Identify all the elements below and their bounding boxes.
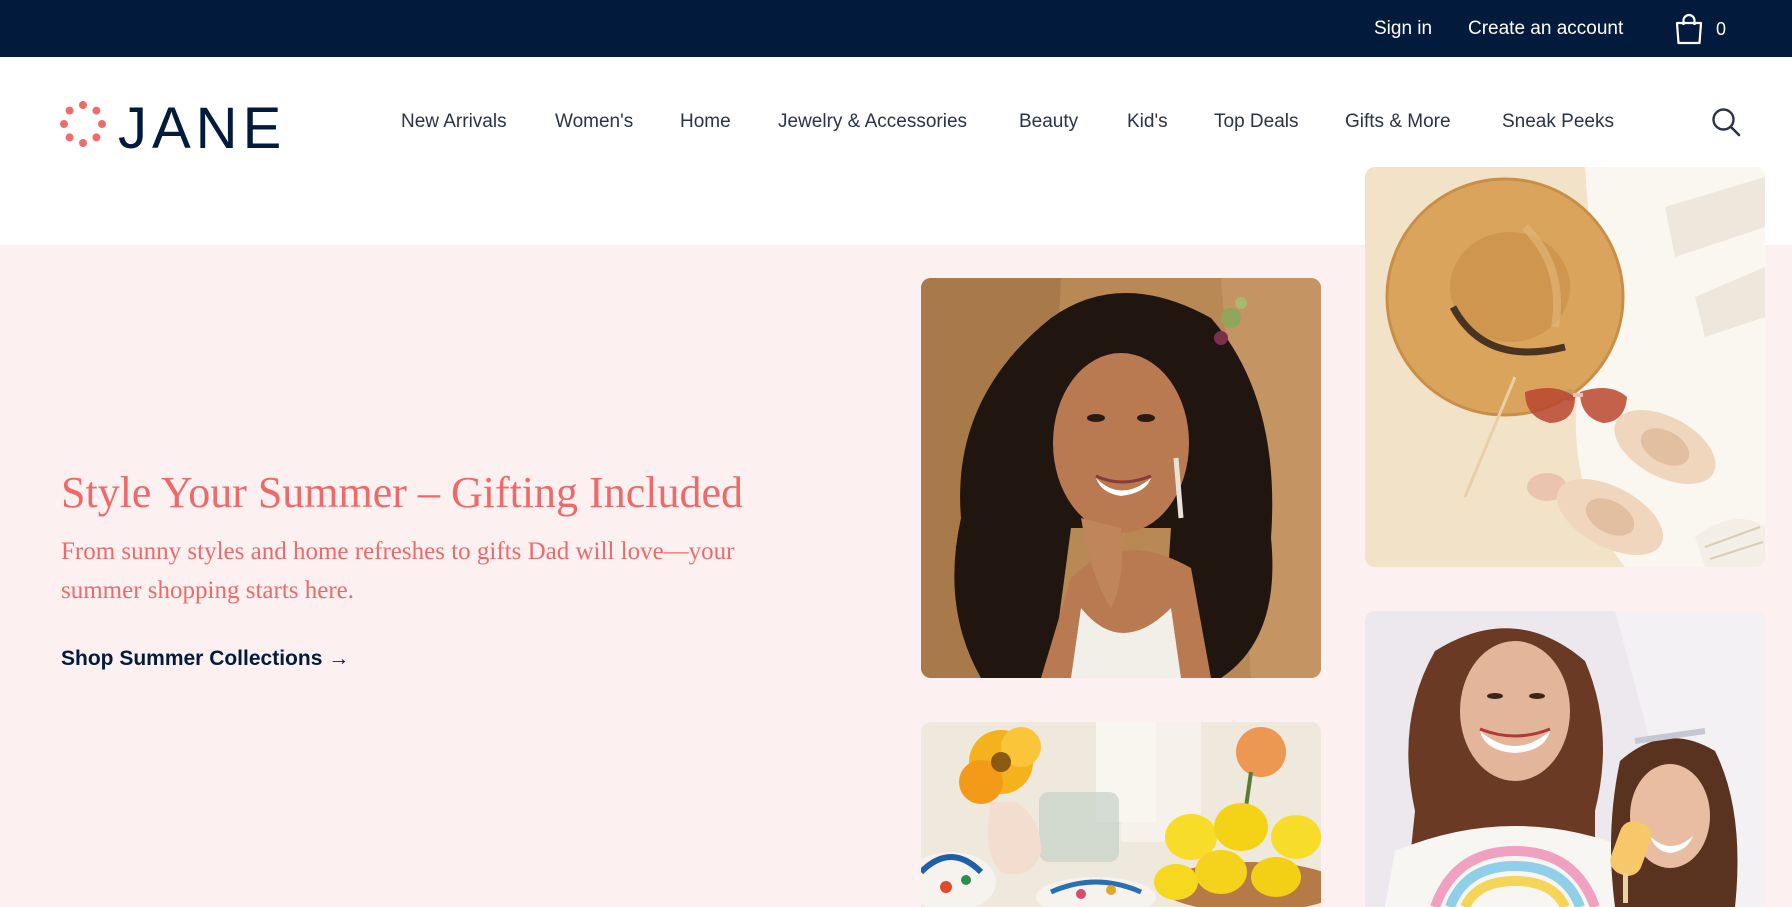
smiling-woman-photo[interactable] [921, 278, 1321, 678]
dotted-circle-logo-icon [60, 101, 106, 147]
nav-item-sneak-peeks[interactable]: Sneak Peeks [1502, 111, 1614, 133]
brand-name: JANE [118, 96, 287, 161]
search-icon[interactable] [1710, 106, 1742, 138]
nav-item-new-arrivals[interactable]: New Arrivals [401, 111, 507, 133]
shop-summer-collections-link[interactable]: Shop Summer Collections → [61, 647, 349, 671]
jane-logo[interactable]: JANE [60, 96, 300, 161]
nav-item-kids[interactable]: Kid's [1127, 111, 1168, 133]
nav-item-home[interactable]: Home [680, 111, 731, 133]
create-account-link[interactable]: Create an account [1468, 18, 1623, 40]
nav-item-top-deals[interactable]: Top Deals [1214, 111, 1299, 133]
hero-headline: Style Your Summer – Gifting Included [61, 468, 743, 517]
top-utility-bar: Sign in Create an account 0 [0, 0, 1792, 57]
nav-item-gifts-more[interactable]: Gifts & More [1345, 111, 1451, 133]
bag-count: 0 [1716, 19, 1727, 39]
nav-item-jewelry-accessories[interactable]: Jewelry & Accessories [778, 111, 967, 133]
shopping-bag-icon[interactable] [1674, 13, 1704, 45]
nav-item-beauty[interactable]: Beauty [1019, 111, 1078, 133]
nav-item-womens[interactable]: Women's [555, 111, 633, 133]
lemons-flowers-tableware-photo[interactable] [921, 722, 1321, 907]
two-women-laughing-photo[interactable] [1365, 611, 1765, 907]
sign-in-link[interactable]: Sign in [1374, 18, 1432, 40]
hero-subcopy: From sunny styles and home refreshes to … [61, 538, 735, 604]
straw-hat-sunglasses-sandals-photo[interactable] [1365, 167, 1765, 567]
